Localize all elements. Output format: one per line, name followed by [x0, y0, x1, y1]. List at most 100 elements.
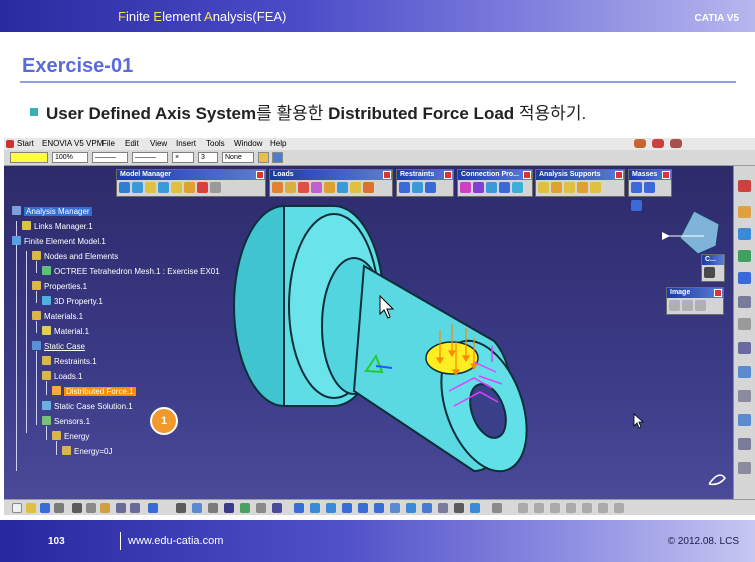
tool-icon[interactable] — [171, 182, 182, 193]
tool-icon[interactable] — [337, 182, 348, 193]
normal-view-icon[interactable] — [390, 503, 400, 513]
tool-icon[interactable] — [460, 182, 471, 193]
shading-icon[interactable] — [438, 503, 448, 513]
tool-icon[interactable] — [738, 414, 751, 426]
new-icon[interactable] — [12, 503, 22, 513]
pan-icon[interactable] — [326, 503, 336, 513]
whats-this-icon[interactable] — [148, 503, 158, 513]
tool-icon[interactable] — [240, 503, 250, 513]
menu-edit[interactable]: Edit — [125, 139, 139, 148]
tool-icon[interactable] — [538, 182, 549, 193]
tool-icon[interactable] — [682, 300, 693, 311]
formula-icon[interactable] — [176, 503, 186, 513]
tool-icon[interactable] — [272, 503, 282, 513]
zoom-out-icon[interactable] — [374, 503, 384, 513]
tool-icon[interactable] — [473, 182, 484, 193]
menu-enovia[interactable]: ENOVIA V5 VPM — [42, 139, 103, 148]
3d-viewport[interactable]: Analysis Manager Links Manager.1 Finite … — [4, 166, 733, 499]
tree-node-energy[interactable]: Energy — [52, 431, 89, 441]
table-icon[interactable] — [224, 503, 234, 513]
tool-icon[interactable] — [534, 503, 544, 513]
multi-view-icon[interactable] — [406, 503, 416, 513]
workbench-icon[interactable] — [670, 139, 682, 148]
menu-view[interactable]: View — [150, 139, 167, 148]
tool-icon[interactable] — [695, 300, 706, 311]
menu-help[interactable]: Help — [270, 139, 286, 148]
tool-icon[interactable] — [399, 182, 410, 193]
layer-select[interactable]: 3 — [198, 152, 218, 163]
pan-icon[interactable] — [738, 250, 751, 262]
close-icon[interactable] — [383, 171, 391, 179]
tree-node-solution[interactable]: Static Case Solution.1 — [42, 401, 133, 411]
comment-icon[interactable] — [192, 503, 202, 513]
tool-icon[interactable] — [738, 390, 751, 402]
tool-icon[interactable] — [158, 182, 169, 193]
open-icon[interactable] — [26, 503, 36, 513]
tool-icon[interactable] — [564, 182, 575, 193]
tree-node-nodes-elements[interactable]: Nodes and Elements — [32, 251, 118, 261]
tool-icon[interactable] — [208, 503, 218, 513]
print-icon[interactable] — [54, 503, 64, 513]
compass-icon[interactable] — [662, 210, 720, 255]
tool-icon[interactable] — [738, 438, 751, 450]
tool-icon[interactable] — [425, 182, 436, 193]
tool-icon[interactable] — [598, 503, 608, 513]
tree-node-loads[interactable]: Loads.1 — [42, 371, 82, 381]
undo-icon[interactable] — [116, 503, 126, 513]
tool-icon[interactable] — [486, 182, 497, 193]
compute-icon[interactable] — [704, 267, 715, 278]
properties-icon[interactable] — [272, 152, 283, 163]
tool-icon[interactable] — [566, 503, 576, 513]
tool-icon[interactable] — [324, 182, 335, 193]
close-icon[interactable] — [714, 289, 722, 297]
zoom-in-icon[interactable] — [358, 503, 368, 513]
tree-node-static-case[interactable]: Static Case — [32, 341, 85, 351]
filter-select[interactable]: None — [222, 152, 254, 163]
tool-icon[interactable] — [272, 182, 283, 193]
cut-icon[interactable] — [72, 503, 82, 513]
tree-node-distributed-force[interactable]: Distributed Force.1 — [52, 386, 136, 396]
tool-icon[interactable] — [614, 503, 624, 513]
iso-view-icon[interactable] — [422, 503, 432, 513]
rotate-icon[interactable] — [738, 272, 751, 284]
tool-icon[interactable] — [738, 318, 751, 330]
tool-icon[interactable] — [631, 200, 642, 211]
fit-all-icon[interactable] — [310, 503, 320, 513]
tool-icon[interactable] — [738, 180, 751, 192]
close-icon[interactable] — [523, 171, 531, 179]
tool-icon[interactable] — [582, 503, 592, 513]
redo-icon[interactable] — [130, 503, 140, 513]
tool-icon[interactable] — [210, 182, 221, 193]
tool-icon[interactable] — [119, 182, 130, 193]
website-link[interactable]: www.edu-catia.com — [128, 535, 223, 547]
menu-tools[interactable]: Tools — [206, 139, 225, 148]
tool-icon[interactable] — [738, 366, 751, 378]
tool-icon[interactable] — [412, 182, 423, 193]
tool-icon[interactable] — [551, 182, 562, 193]
copy-icon[interactable] — [86, 503, 96, 513]
tool-icon[interactable] — [738, 462, 751, 474]
tree-node-properties[interactable]: Properties.1 — [32, 281, 87, 291]
tree-node-energy-value[interactable]: Energy=0J — [62, 446, 112, 456]
user-icon[interactable] — [634, 139, 646, 148]
tool-icon[interactable] — [738, 342, 751, 354]
menu-start[interactable]: Start — [17, 139, 34, 148]
transparency-select[interactable]: 100% — [52, 152, 88, 163]
tree-node-materials[interactable]: Materials.1 — [32, 311, 83, 321]
tool-icon[interactable] — [669, 300, 680, 311]
tree-node-links-manager[interactable]: Links Manager.1 — [22, 221, 93, 231]
tree-node-3d-property[interactable]: 3D Property.1 — [42, 296, 103, 306]
tool-icon[interactable] — [256, 503, 266, 513]
swap-icon[interactable] — [470, 503, 480, 513]
close-icon[interactable] — [256, 171, 264, 179]
tool-icon[interactable] — [184, 182, 195, 193]
tool-icon[interactable] — [350, 182, 361, 193]
tool-icon[interactable] — [145, 182, 156, 193]
tool-icon[interactable] — [499, 182, 510, 193]
rotate-icon[interactable] — [342, 503, 352, 513]
tool-icon[interactable] — [644, 182, 655, 193]
tool-icon[interactable] — [738, 296, 751, 308]
line-thickness-select[interactable]: ——— — [92, 152, 128, 163]
line-type-select[interactable]: ——— — [132, 152, 168, 163]
fly-mode-icon[interactable] — [294, 503, 304, 513]
